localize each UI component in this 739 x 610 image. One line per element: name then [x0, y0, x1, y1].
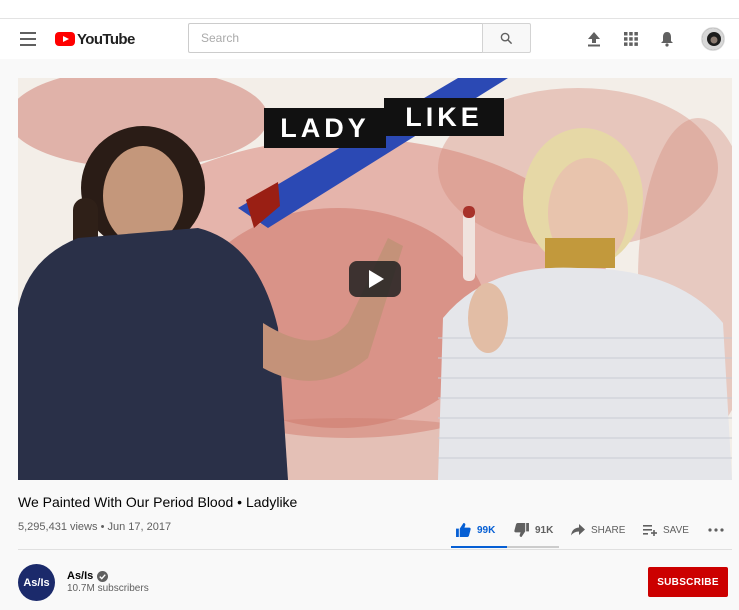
notifications-bell-icon[interactable] [658, 30, 676, 48]
search-button[interactable] [482, 23, 531, 53]
channel-name: As/Is [67, 570, 94, 582]
search-input[interactable] [188, 23, 482, 53]
overlay-title-left: LADY [280, 112, 370, 143]
dislike-button[interactable]: 91K [514, 521, 553, 539]
channel-name-row[interactable]: As/Is [67, 570, 109, 582]
video-player[interactable]: LADY LIKE [18, 78, 732, 480]
subscriber-count: 10.7M subscribers [67, 583, 149, 594]
dislike-count: 91K [535, 524, 554, 536]
like-button[interactable]: 99K [456, 521, 495, 539]
verified-check-icon [97, 570, 109, 582]
thumbs-up-icon [456, 523, 471, 537]
add-to-playlist-icon [643, 525, 657, 536]
share-label: SHARE [591, 524, 626, 536]
like-ratio-fill [451, 546, 507, 548]
more-actions-button[interactable] [708, 521, 730, 539]
video-meta: 5,295,431 views • Jun 17, 2017 [18, 521, 171, 533]
video-title: We Painted With Our Period Blood • Ladyl… [18, 494, 298, 510]
youtube-play-icon [55, 32, 75, 46]
share-button[interactable]: SHARE [571, 521, 625, 539]
like-count: 99K [477, 524, 496, 536]
more-horizontal-icon [708, 528, 724, 532]
masthead: YouTube [0, 19, 739, 59]
publish-date: Jun 17, 2017 [107, 521, 172, 533]
search-icon [500, 32, 513, 44]
thumbs-down-icon [514, 523, 529, 537]
view-count: 5,295,431 views [18, 521, 98, 533]
apps-grid-icon[interactable] [622, 30, 640, 48]
subscribe-button[interactable]: SUBSCRIBE [648, 567, 728, 597]
account-avatar[interactable] [701, 27, 725, 51]
share-icon [571, 524, 585, 536]
youtube-logo[interactable]: YouTube [55, 29, 135, 49]
channel-avatar[interactable]: As/Is [18, 564, 55, 601]
save-label: SAVE [663, 524, 689, 536]
overlay-title-right: LIKE [405, 101, 483, 132]
browser-top-strip [0, 0, 739, 19]
search-bar [188, 23, 531, 53]
section-divider [18, 549, 732, 550]
menu-icon[interactable] [20, 32, 36, 46]
logo-text: YouTube [77, 30, 135, 48]
upload-icon[interactable] [585, 30, 603, 48]
save-button[interactable]: SAVE [643, 521, 689, 539]
